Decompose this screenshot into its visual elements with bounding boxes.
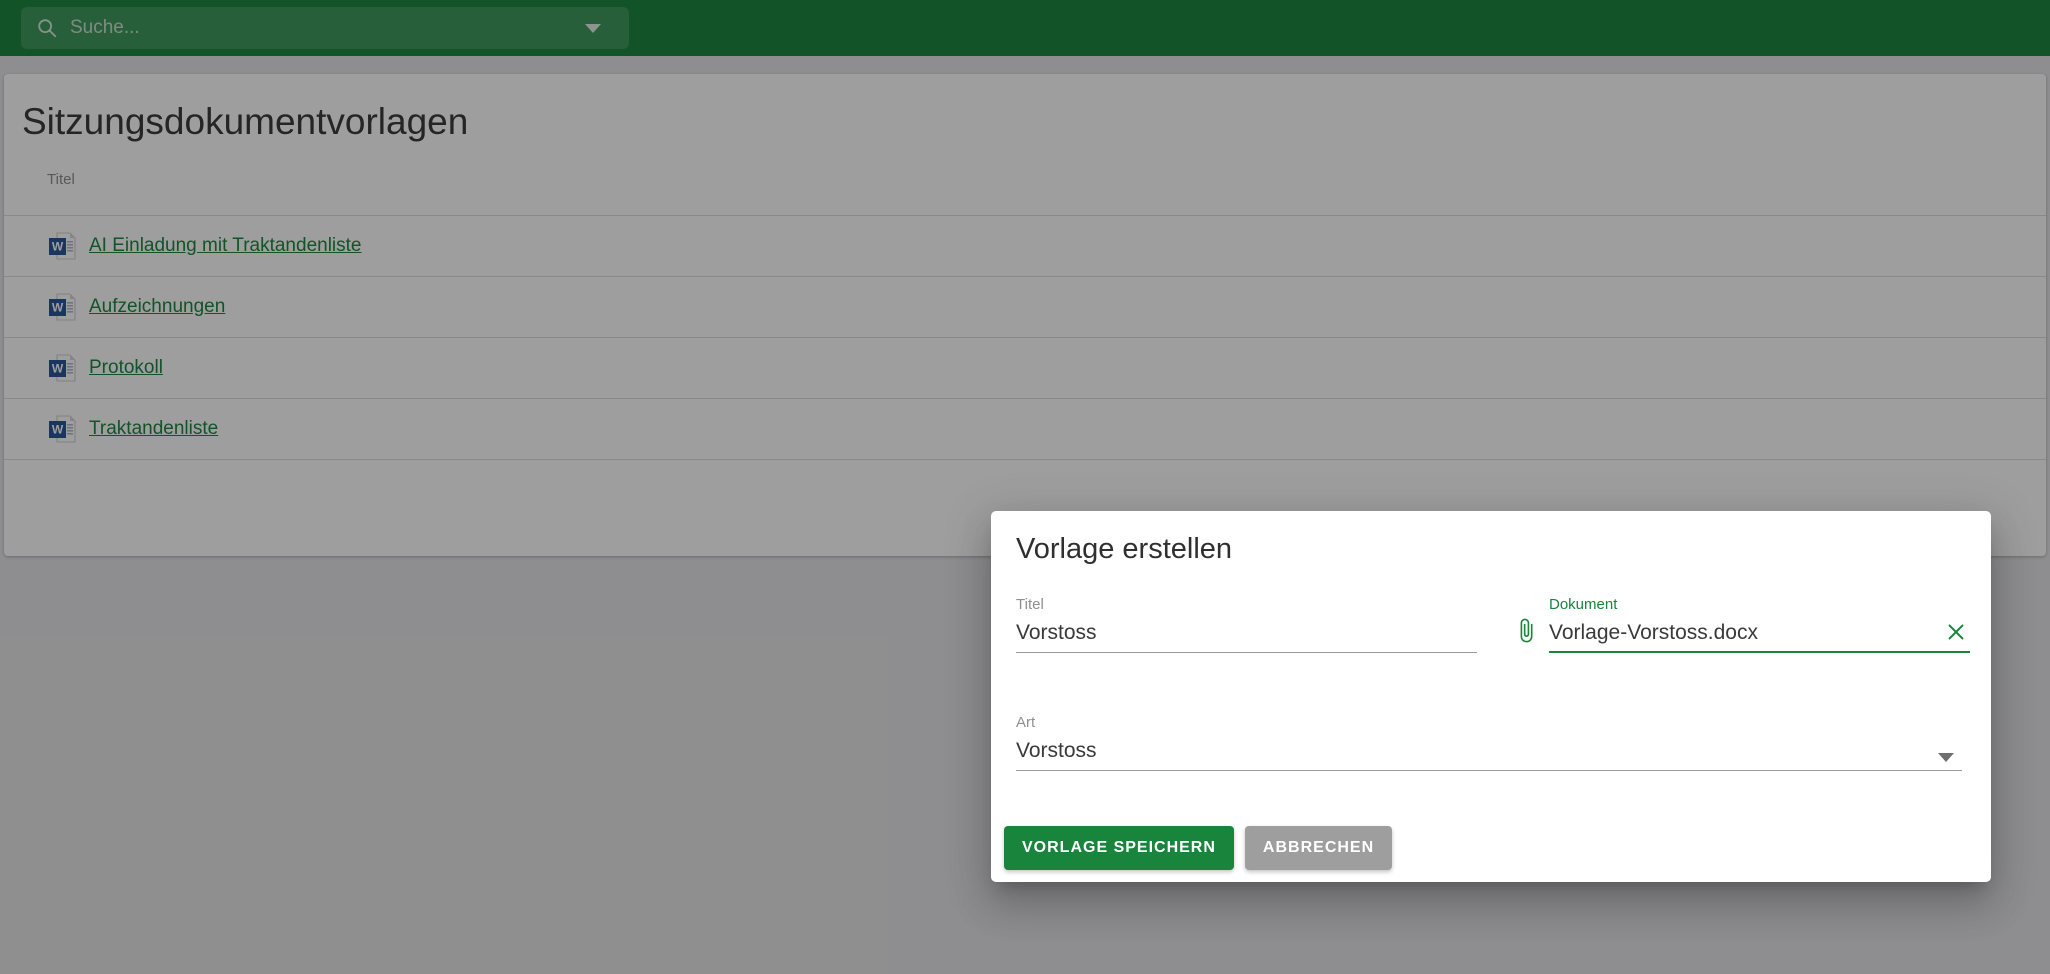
titel-input[interactable] bbox=[1016, 620, 1477, 653]
art-select-value: Vorstoss bbox=[1016, 738, 1962, 771]
attachment-icon[interactable] bbox=[1513, 615, 1539, 646]
dokument-field-label: Dokument bbox=[1549, 597, 1970, 613]
clear-icon[interactable] bbox=[1945, 621, 1967, 643]
dokument-field: Dokument bbox=[1549, 597, 1970, 653]
dialog-actions: VORLAGE SPEICHERN ABBRECHEN bbox=[1004, 826, 1392, 870]
cancel-button[interactable]: ABBRECHEN bbox=[1245, 826, 1392, 870]
art-select-label: Art bbox=[1016, 715, 1962, 731]
chevron-down-icon bbox=[1938, 753, 1954, 762]
titel-field: Titel bbox=[1016, 597, 1477, 653]
titel-field-label: Titel bbox=[1016, 597, 1477, 613]
create-template-dialog: Vorlage erstellen Titel Dokument Art Vor… bbox=[991, 511, 1991, 882]
save-template-button[interactable]: VORLAGE SPEICHERN bbox=[1004, 826, 1234, 870]
dokument-input[interactable] bbox=[1549, 620, 1970, 653]
dialog-title: Vorlage erstellen bbox=[1016, 533, 1232, 566]
art-select[interactable]: Art Vorstoss bbox=[1016, 715, 1962, 771]
